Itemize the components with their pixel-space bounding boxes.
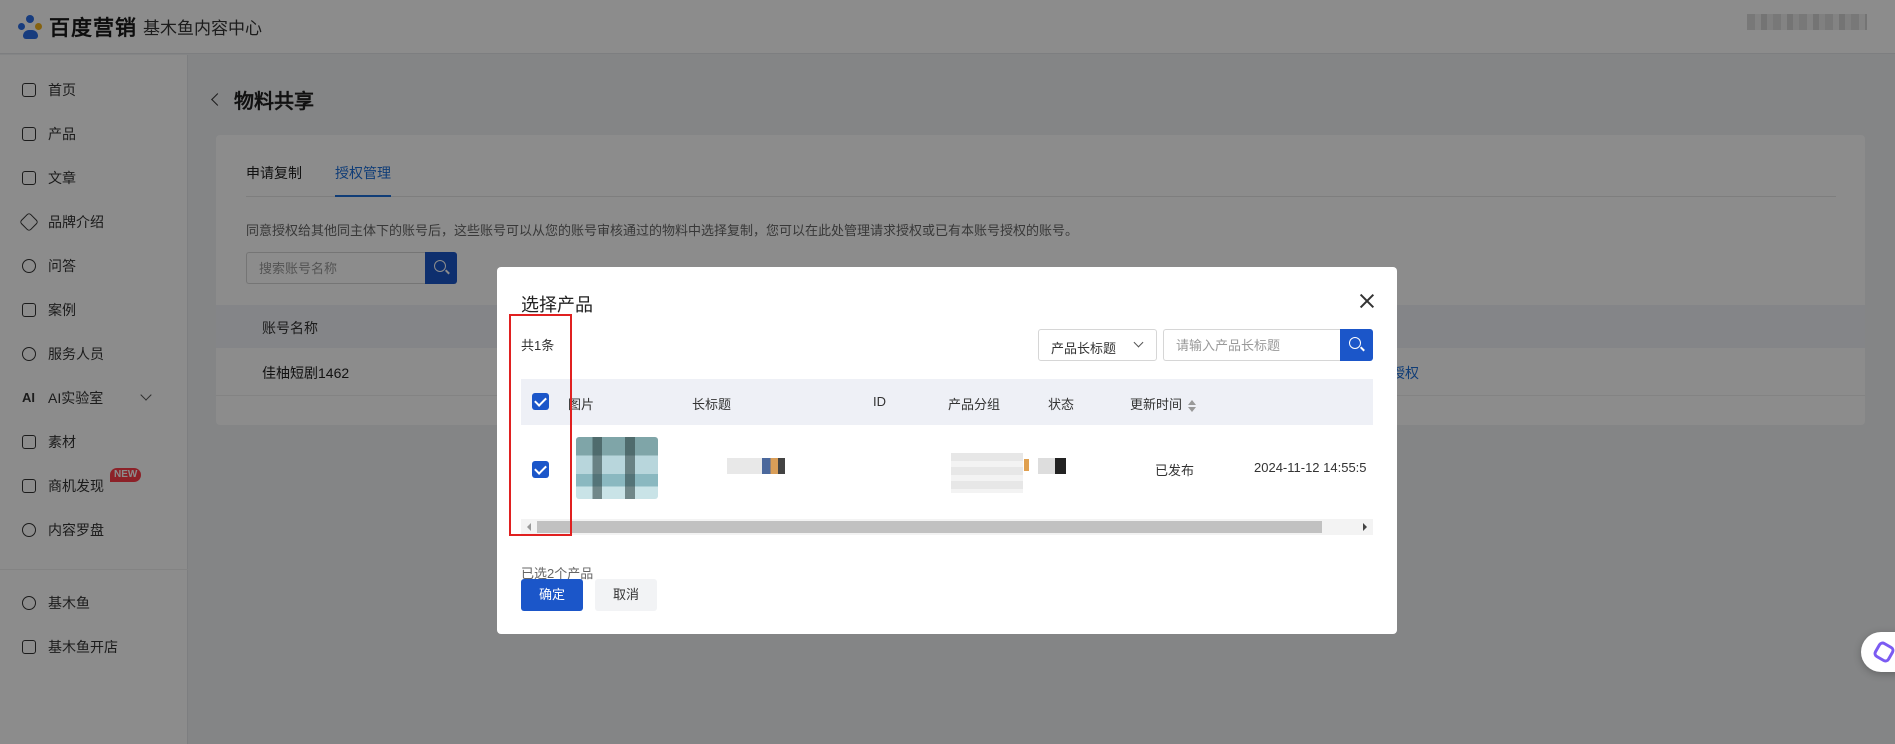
column-header-updated-label: 更新时间 <box>1130 397 1183 412</box>
column-header-id: ID <box>873 394 886 409</box>
column-header-status: 状态 <box>1048 397 1075 412</box>
confirm-button[interactable]: 确定 <box>521 579 583 611</box>
select-product-dialog: 选择产品 共1条 产品长标题 图片 长标题 ID 产品分组 状态 更新时间 已发… <box>497 267 1397 634</box>
product-search-button[interactable] <box>1340 329 1373 361</box>
chevron-down-icon <box>1133 337 1144 348</box>
table-row[interactable]: 已发布 2024-11-12 14:55:5 <box>521 425 1373 513</box>
status-text: 已发布 <box>1155 463 1195 478</box>
column-header-title: 长标题 <box>692 397 732 412</box>
product-search-input[interactable] <box>1163 329 1341 361</box>
annotation-highlight-box <box>509 314 572 536</box>
search-icon <box>1349 337 1361 349</box>
close-icon[interactable] <box>1359 293 1375 309</box>
product-title-redacted <box>727 458 785 474</box>
product-id-redacted <box>951 453 1029 493</box>
column-header-group: 产品分组 <box>948 397 1001 412</box>
product-group-redacted <box>1038 458 1066 474</box>
product-thumbnail <box>576 437 658 499</box>
cancel-button[interactable]: 取消 <box>595 579 657 611</box>
assistant-icon <box>1871 639 1895 665</box>
sort-icon[interactable] <box>1188 399 1197 412</box>
filter-field-value: 产品长标题 <box>1051 341 1117 356</box>
column-header-updated[interactable]: 更新时间 <box>1130 394 1197 413</box>
scroll-right-icon[interactable] <box>1363 523 1367 531</box>
updated-time: 2024-11-12 14:55:5 <box>1254 460 1367 475</box>
horizontal-scrollbar[interactable] <box>521 519 1373 535</box>
product-table-header: 图片 长标题 ID 产品分组 状态 更新时间 <box>521 379 1373 425</box>
scrollbar-thumb[interactable] <box>537 521 1322 533</box>
floating-assistant-button[interactable] <box>1861 632 1895 672</box>
filter-field-select[interactable]: 产品长标题 <box>1038 329 1157 361</box>
